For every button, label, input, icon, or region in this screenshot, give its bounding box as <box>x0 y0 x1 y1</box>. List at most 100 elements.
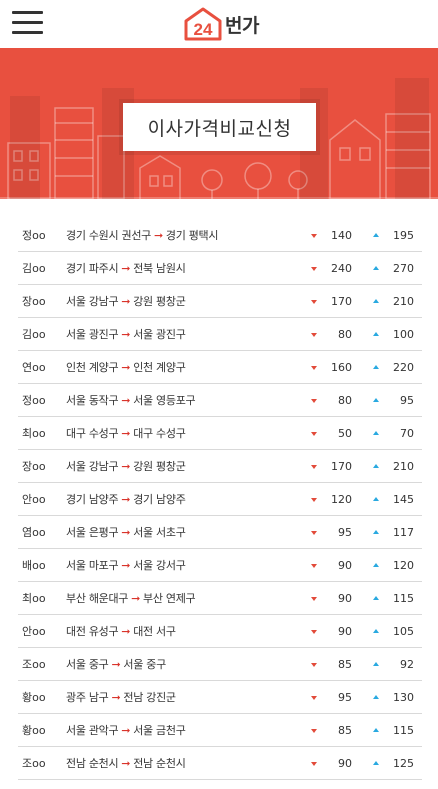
triangle-up-icon <box>373 695 379 699</box>
route-from: 대전 유성구 <box>66 625 119 638</box>
list-item[interactable]: 장oo 서울 강남구 ➞ 강원 평창군 170 210 <box>18 285 422 318</box>
min-price: 170 <box>331 295 352 308</box>
list-item[interactable]: 배oo 서울 마포구 ➞ 서울 강서구 90 120 <box>18 549 422 582</box>
route-from: 전남 순천시 <box>66 757 119 770</box>
route-to: 강원 평창군 <box>133 460 186 473</box>
min-price: 90 <box>338 625 352 638</box>
triangle-up-icon <box>373 365 379 369</box>
customer-name: 염oo <box>22 526 46 539</box>
list-item[interactable]: 최oo 대구 수성구 ➞ 대구 수성구 50 70 <box>18 417 422 450</box>
triangle-down-icon <box>311 597 317 601</box>
route: 서울 은평구 ➞ 서울 서초구 <box>66 516 186 549</box>
route: 전남 순천시 ➞ 전남 순천시 <box>66 747 186 780</box>
route-from: 서울 중구 <box>66 658 109 671</box>
triangle-up-icon <box>373 332 379 336</box>
list-item[interactable]: 최oo 부산 해운대구 ➞ 부산 연제구 90 115 <box>18 582 422 615</box>
route-to: 서울 영등포구 <box>133 394 196 407</box>
route-to: 대구 수성구 <box>133 427 186 440</box>
list-item[interactable]: 안oo 경기 남양주 ➞ 경기 남양주 120 145 <box>18 483 422 516</box>
logo-text: 번가 <box>225 14 259 37</box>
customer-name: 안oo <box>22 625 46 638</box>
route-to: 전남 순천시 <box>133 757 186 770</box>
right-arrow-icon: ➞ <box>121 427 131 440</box>
logo[interactable]: 24 번가 <box>183 6 259 42</box>
max-price: 145 <box>393 493 414 506</box>
route-to: 서울 중구 <box>123 658 166 671</box>
max-price: 130 <box>393 691 414 704</box>
triangle-down-icon <box>311 762 317 766</box>
route: 서울 광진구 ➞ 서울 광진구 <box>66 318 186 351</box>
min-price: 85 <box>338 724 352 737</box>
customer-name: 정oo <box>22 229 46 242</box>
route: 서울 중구 ➞ 서울 중구 <box>66 648 166 681</box>
list-item[interactable]: 장oo 서울 강남구 ➞ 강원 평창군 170 210 <box>18 450 422 483</box>
right-arrow-icon: ➞ <box>121 526 131 539</box>
list-item[interactable]: 김oo 서울 광진구 ➞ 서울 광진구 80 100 <box>18 318 422 351</box>
hero-title: 이사가격비교신청 <box>147 117 292 140</box>
route: 부산 해운대구 ➞ 부산 연제구 <box>66 582 196 615</box>
route-from: 경기 파주시 <box>66 262 119 275</box>
min-price: 170 <box>331 460 352 473</box>
triangle-down-icon <box>311 531 317 535</box>
right-arrow-icon: ➞ <box>121 361 131 374</box>
route: 광주 남구 ➞ 전남 강진군 <box>66 681 176 714</box>
list-item[interactable]: 안oo 대전 유성구 ➞ 대전 서구 90 105 <box>18 615 422 648</box>
min-price: 140 <box>331 229 352 242</box>
route: 경기 남양주 ➞ 경기 남양주 <box>66 483 186 516</box>
list-item[interactable]: 조oo 서울 중구 ➞ 서울 중구 85 92 <box>18 648 422 681</box>
triangle-down-icon <box>311 234 317 238</box>
triangle-down-icon <box>311 465 317 469</box>
route-from: 서울 마포구 <box>66 559 119 572</box>
list-item[interactable]: 정oo 서울 동작구 ➞ 서울 영등포구 80 95 <box>18 384 422 417</box>
list-item[interactable]: 황oo 서울 관악구 ➞ 서울 금천구 85 115 <box>18 714 422 747</box>
hamburger-menu-icon[interactable] <box>12 11 43 35</box>
route-from: 서울 관악구 <box>66 724 119 737</box>
customer-name: 정oo <box>22 394 46 407</box>
customer-name: 황oo <box>22 691 46 704</box>
triangle-down-icon <box>311 696 317 700</box>
min-price: 80 <box>338 394 352 407</box>
right-arrow-icon: ➞ <box>121 625 131 638</box>
route: 인천 계양구 ➞ 인천 계양구 <box>66 351 186 384</box>
logo-number: 24 <box>194 20 213 39</box>
customer-name: 황oo <box>22 724 46 737</box>
triangle-up-icon <box>373 662 379 666</box>
max-price: 195 <box>393 229 414 242</box>
min-price: 95 <box>338 526 352 539</box>
list-item[interactable]: 황oo 광주 남구 ➞ 전남 강진군 95 130 <box>18 681 422 714</box>
customer-name: 김oo <box>22 328 46 341</box>
min-price: 160 <box>331 361 352 374</box>
route-to: 서울 광진구 <box>133 328 186 341</box>
route-from: 부산 해운대구 <box>66 592 129 605</box>
route: 경기 파주시 ➞ 전북 남원시 <box>66 252 186 285</box>
route: 서울 관악구 ➞ 서울 금천구 <box>66 714 186 747</box>
triangle-down-icon <box>311 399 317 403</box>
triangle-down-icon <box>311 300 317 304</box>
max-price: 210 <box>393 460 414 473</box>
triangle-up-icon <box>373 629 379 633</box>
route-from: 서울 동작구 <box>66 394 119 407</box>
triangle-down-icon <box>311 333 317 337</box>
min-price: 80 <box>338 328 352 341</box>
list-item[interactable]: 김oo 경기 파주시 ➞ 전북 남원시 240 270 <box>18 252 422 285</box>
triangle-up-icon <box>373 761 379 765</box>
route-to: 전남 강진군 <box>123 691 176 704</box>
list-item[interactable]: 연oo 인천 계양구 ➞ 인천 계양구 160 220 <box>18 351 422 384</box>
triangle-down-icon <box>311 564 317 568</box>
route-to: 서울 강서구 <box>133 559 186 572</box>
route-to: 경기 평택시 <box>165 229 219 242</box>
moving-request-list: 정oo 경기 수원시 권선구 ➞ 경기 평택시 140 195 김oo 경기 파주시 ➞ 전북 남… <box>0 219 438 780</box>
route-to: 서울 금천구 <box>133 724 186 737</box>
list-item[interactable]: 염oo 서울 은평구 ➞ 서울 서초구 95 117 <box>18 516 422 549</box>
min-price: 95 <box>338 691 352 704</box>
right-arrow-icon: ➞ <box>111 691 121 704</box>
list-item[interactable]: 정oo 경기 수원시 권선구 ➞ 경기 평택시 140 195 <box>18 219 422 252</box>
route: 서울 동작구 ➞ 서울 영등포구 <box>66 384 196 417</box>
right-arrow-icon: ➞ <box>121 460 131 473</box>
triangle-down-icon <box>311 729 317 733</box>
right-arrow-icon: ➞ <box>121 394 131 407</box>
list-item[interactable]: 조oo 전남 순천시 ➞ 전남 순천시 90 125 <box>18 747 422 780</box>
route-to: 부산 연제구 <box>143 592 196 605</box>
customer-name: 연oo <box>22 361 46 374</box>
triangle-down-icon <box>311 432 317 436</box>
